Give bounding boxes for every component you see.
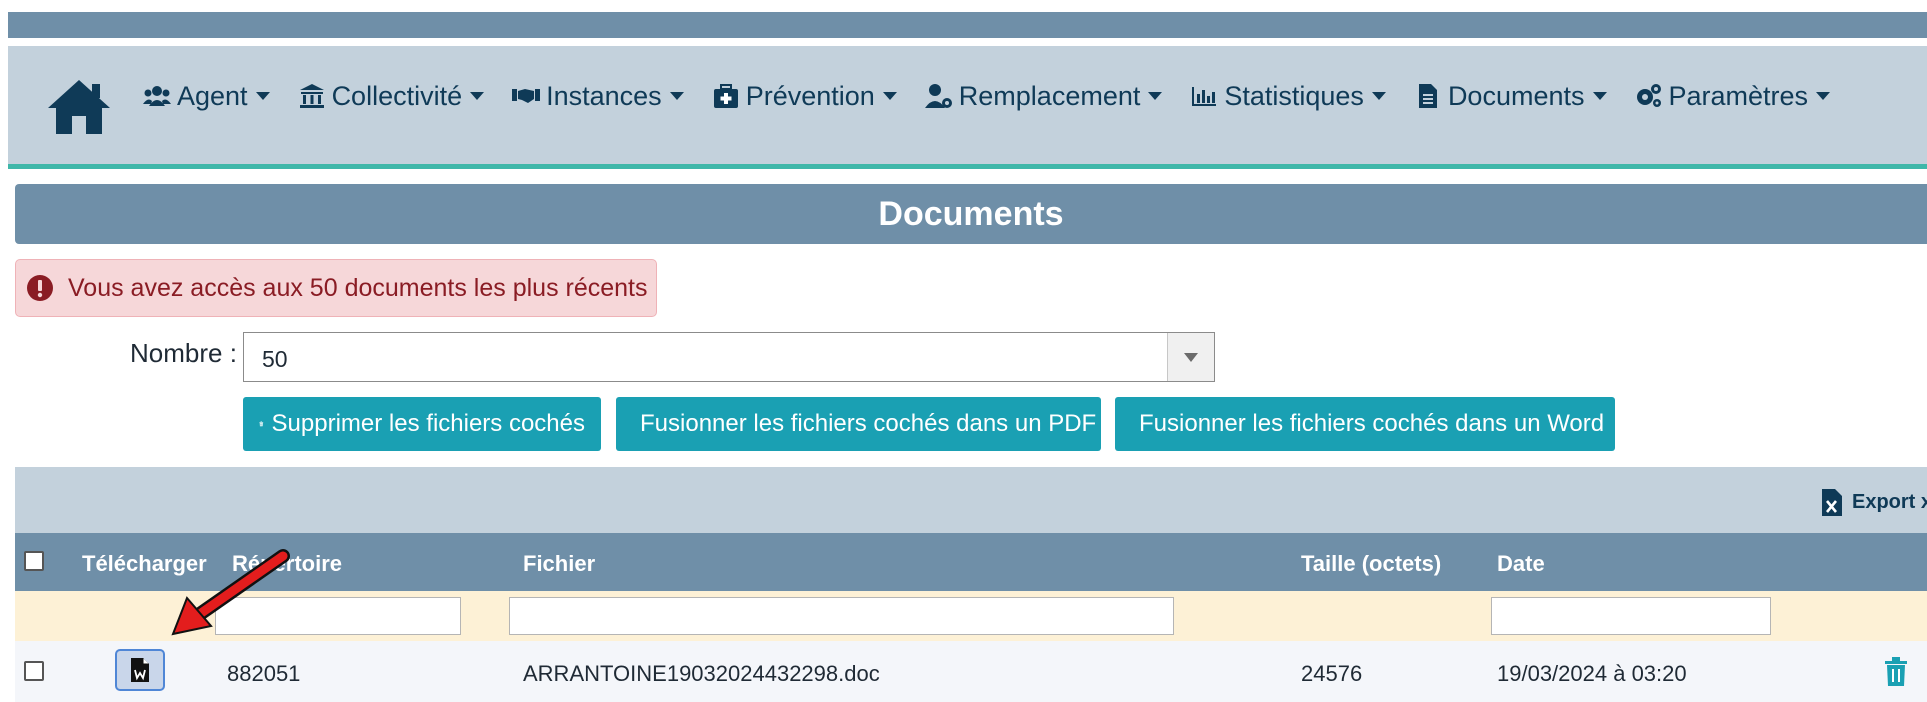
filter-row [15,591,1927,641]
row-file: ARRANTOINE19032024432298.doc [523,661,880,686]
chevron-down-icon [882,92,897,100]
nav-agent-label: Agent [177,80,248,111]
merge-word-button[interactable]: Fusionner les fichiers cochés dans un Wo… [1115,397,1615,451]
table-row: 882051 ARRANTOINE19032024432298.doc 2457… [15,641,1927,702]
nav-collectivite-label: Collectivité [331,80,463,111]
red-arrow-annotation [171,549,290,636]
nav-parametres[interactable]: Paramètres [1635,81,1831,112]
date-filter-input[interactable] [1491,597,1771,635]
export-xls-label: Export xls [1852,490,1927,513]
row-size: 24576 [1301,661,1363,686]
file-excel-icon [1822,489,1842,516]
page-title: Documents [15,184,1927,244]
nav-documents-label: Documents [1447,80,1585,111]
select-all-checkbox[interactable] [24,551,44,571]
nav-statistiques[interactable]: Statistiques [1190,81,1386,112]
row-directory: 882051 [227,661,301,686]
header-date[interactable]: Date [1497,551,1545,577]
nav-instances[interactable]: Instances [512,81,684,112]
file-word-icon [131,658,149,682]
medkit-icon [713,84,738,108]
cogs-icon [1636,84,1661,107]
download-button[interactable] [115,649,165,691]
merge-pdf-button[interactable]: Fusionner les fichiers cochés dans un PD… [616,397,1101,451]
row-checkbox[interactable] [24,661,44,681]
chevron-down-icon [1371,92,1386,100]
nav-instances-label: Instances [546,80,662,111]
delete-checked-button[interactable]: Supprimer les fichiers cochés [243,397,601,451]
info-alert: Vous avez accès aux 50 documents les plu… [15,259,657,317]
chevron-down-icon [1148,92,1163,100]
delete-checked-label: Supprimer les fichiers cochés [271,410,585,437]
nav-remplacement[interactable]: Remplacement [924,80,1163,112]
delete-row-icon[interactable] [1883,657,1909,687]
top-bar [8,12,1927,38]
nombre-label: Nombre : [130,338,237,368]
header-file[interactable]: Fichier [523,551,595,577]
row-date: 19/03/2024 à 03:20 [1497,661,1687,686]
chevron-down-icon [255,92,270,100]
nav-remplacement-label: Remplacement [958,80,1141,111]
nombre-select-value: 50 [262,346,288,372]
users-icon [143,86,171,106]
alert-text: Vous avez accès aux 50 documents les plu… [68,273,648,302]
file-icon [1418,84,1437,108]
caret-down-icon [1184,353,1198,362]
nav-documents[interactable]: Documents [1414,81,1607,112]
export-xls-button[interactable]: Export xls [1820,487,1927,517]
nav-prevention-label: Prévention [745,80,875,111]
chevron-down-icon [669,92,684,100]
select-arrow[interactable] [1167,333,1214,381]
header-size[interactable]: Taille (octets) [1301,551,1441,577]
nav-prevention[interactable]: Prévention [712,81,897,112]
bar-chart-icon [1192,87,1217,106]
home-icon[interactable] [46,76,112,138]
nav-statistiques-label: Statistiques [1224,80,1364,111]
building-icon [299,84,324,108]
chevron-down-icon [1816,92,1831,100]
trash-icon [259,421,264,427]
nombre-select[interactable]: 50 [243,332,1215,382]
merge-pdf-label: Fusionner les fichiers cochés dans un PD… [640,410,1097,437]
nav-parametres-label: Paramètres [1668,80,1809,111]
chevron-down-icon [470,92,485,100]
handshake-icon [512,89,541,103]
file-filter-input[interactable] [509,597,1174,635]
user-gear-icon [924,84,952,108]
merge-word-label: Fusionner les fichiers cochés dans un Wo… [1139,410,1605,437]
nav-agent[interactable]: Agent [143,81,270,112]
table-toolbar: Export xls [15,467,1927,533]
nav-collectivite[interactable]: Collectivité [298,81,485,112]
table-header: Télécharger Répertoire Fichier Taille (o… [15,533,1927,591]
chevron-down-icon [1592,92,1607,100]
main-navbar: Agent Collectivité Instances Prévention … [8,46,1927,169]
exclamation-circle-icon [27,275,53,301]
